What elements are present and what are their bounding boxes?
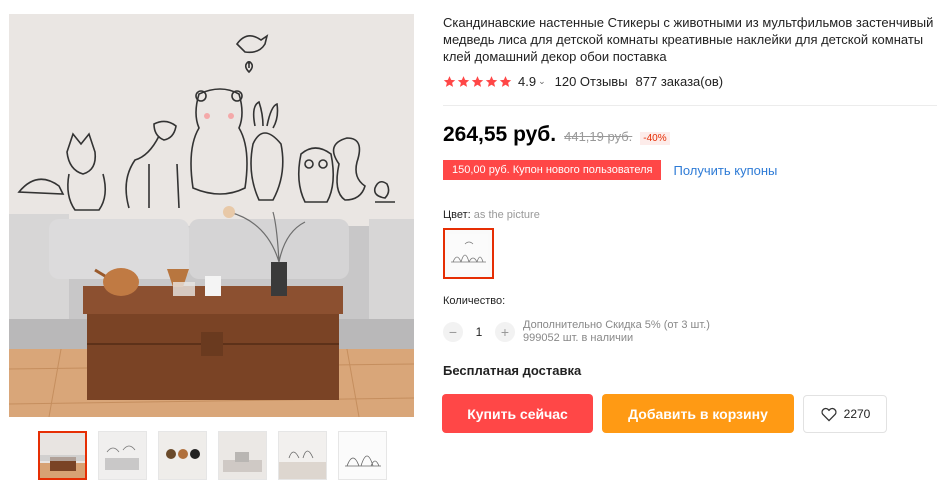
color-label: Цвет: as the picture: [443, 209, 540, 221]
star-icon: [471, 76, 484, 87]
product-title: Скандинавские настенные Стикеры с животн…: [443, 15, 934, 64]
discount-badge: -40%: [640, 132, 670, 145]
star-icon: [499, 76, 512, 87]
chevron-down-icon[interactable]: ⌄: [538, 76, 546, 87]
orders-count: 877 заказа(ов): [635, 74, 724, 89]
divider: [443, 105, 937, 106]
buy-now-button[interactable]: Купить сейчас: [442, 394, 593, 433]
star-rating: [443, 75, 512, 88]
old-price: 441,19 руб.: [564, 129, 633, 144]
star-icon: [443, 76, 456, 87]
star-icon: [485, 76, 498, 87]
current-price: 264,55 руб.: [443, 123, 557, 146]
color-value: as the picture: [473, 209, 540, 221]
thumbnail-2[interactable]: [98, 431, 147, 480]
increase-button[interactable]: +: [495, 322, 515, 342]
get-coupons-link[interactable]: Получить купоны: [673, 163, 777, 178]
thumbnail-3[interactable]: [158, 431, 207, 480]
rating-row: 4.9 ⌄ 120 Отзывы 877 заказа(ов): [443, 74, 723, 89]
quantity-info: Дополнительно Скидка 5% (от 3 шт.) 99905…: [523, 319, 710, 345]
star-icon: [457, 76, 470, 87]
thumbnail-image: [339, 432, 386, 479]
quantity-label: Количество:: [443, 295, 506, 307]
reviews-count[interactable]: 120 Отзывы: [555, 74, 628, 89]
thumbnail-image: [99, 432, 146, 479]
price-row: 264,55 руб. 441,19 руб. -40%: [443, 123, 670, 147]
thumbnail-image: [219, 432, 266, 479]
product-photo: [9, 14, 414, 417]
decrease-button[interactable]: −: [443, 322, 463, 342]
thumbnail-6[interactable]: [338, 431, 387, 480]
color-swatch-image: [449, 234, 488, 273]
heart-icon: [821, 407, 837, 422]
color-label-text: Цвет:: [443, 209, 471, 221]
bulk-discount-text: Дополнительно Скидка 5% (от 3 шт.): [523, 319, 710, 331]
quantity-stepper: − 1 + Дополнительно Скидка 5% (от 3 шт.)…: [443, 319, 710, 345]
color-option[interactable]: [443, 228, 494, 279]
free-shipping-label: Бесплатная доставка: [443, 363, 582, 378]
thumbnail-1[interactable]: [38, 431, 87, 480]
thumbnail-image: [159, 432, 206, 479]
product-main-image[interactable]: [9, 14, 414, 417]
thumbnail-image: [40, 433, 85, 478]
rating-value: 4.9: [518, 74, 537, 89]
quantity-value[interactable]: 1: [463, 325, 495, 339]
thumbnail-image: [279, 432, 326, 479]
coupon-row: 150,00 руб. Купон нового пользователя По…: [438, 160, 777, 180]
add-to-cart-button[interactable]: Добавить в корзину: [602, 394, 794, 433]
coupon-tag: 150,00 руб. Купон нового пользователя: [438, 160, 666, 180]
thumbnail-4[interactable]: [218, 431, 267, 480]
thumbnail-strip: [38, 431, 387, 480]
wishlist-button[interactable]: 2270: [803, 395, 887, 433]
thumbnail-5[interactable]: [278, 431, 327, 480]
stock-text: 999052 шт. в наличии: [523, 332, 634, 344]
wishlist-count: 2270: [843, 407, 871, 421]
